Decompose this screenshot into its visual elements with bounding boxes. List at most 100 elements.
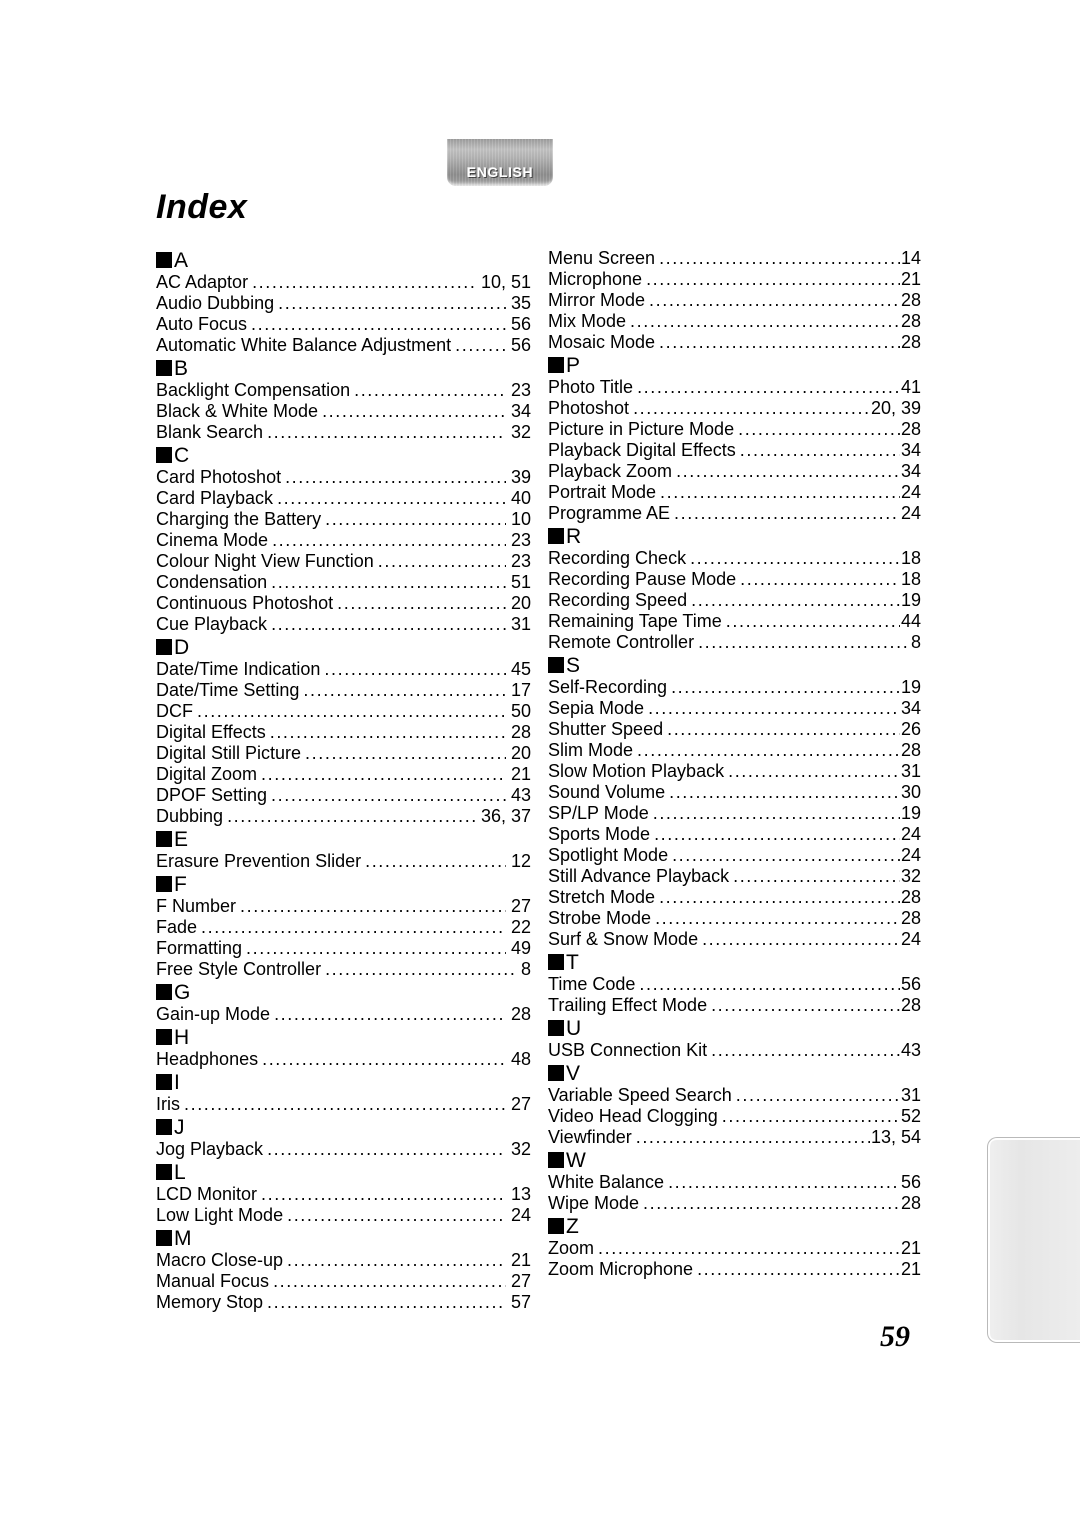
index-entry[interactable]: AC Adaptor..............................…	[156, 272, 531, 293]
index-entry[interactable]: Auto Focus..............................…	[156, 314, 531, 335]
index-entry[interactable]: Charging the Battery....................…	[156, 509, 531, 530]
index-entry-page: 14	[900, 248, 921, 268]
index-entry[interactable]: Digital Still Picture...................…	[156, 743, 531, 764]
index-entry[interactable]: Recording Pause Mode....................…	[548, 569, 921, 590]
dot-leader: ........................................…	[691, 590, 900, 610]
index-entry-page: 41	[900, 377, 921, 397]
square-bullet-icon	[156, 1074, 172, 1090]
index-entry[interactable]: Black & White Mode......................…	[156, 401, 531, 422]
index-entry[interactable]: Photoshot...............................…	[548, 398, 921, 419]
index-entry[interactable]: Zoom....................................…	[548, 1238, 921, 1259]
index-entry[interactable]: Backlight Compensation..................…	[156, 380, 531, 401]
index-entry-page: 31	[510, 614, 531, 634]
index-entry[interactable]: Slow Motion Playback....................…	[548, 761, 921, 782]
index-entry[interactable]: LCD Monitor.............................…	[156, 1184, 531, 1205]
index-entry[interactable]: Photo Title.............................…	[548, 377, 921, 398]
index-entry[interactable]: Digital Effects.........................…	[156, 722, 531, 743]
index-entry[interactable]: Still Advance Playback..................…	[548, 866, 921, 887]
index-entry-page: 19	[900, 803, 921, 823]
index-entry-page: 48	[510, 1049, 531, 1069]
index-entry[interactable]: Erasure Prevention Slider...............…	[156, 851, 531, 872]
index-entry[interactable]: Picture in Picture Mode.................…	[548, 419, 921, 440]
index-entry[interactable]: Strobe Mode.............................…	[548, 908, 921, 929]
index-entry[interactable]: Mosaic Mode.............................…	[548, 332, 921, 353]
index-entry[interactable]: Digital Zoom............................…	[156, 764, 531, 785]
index-entry[interactable]: Mirror Mode.............................…	[548, 290, 921, 311]
index-entry[interactable]: DCF.....................................…	[156, 701, 531, 722]
index-entry[interactable]: Card Playback...........................…	[156, 488, 531, 509]
index-entry[interactable]: Iris....................................…	[156, 1094, 531, 1115]
index-entry-label: Low Light Mode	[156, 1205, 284, 1225]
index-entry[interactable]: Slim Mode...............................…	[548, 740, 921, 761]
index-entry[interactable]: Date/Time Indication....................…	[156, 659, 531, 680]
index-entry[interactable]: Macro Close-up..........................…	[156, 1250, 531, 1271]
dot-leader: ........................................…	[728, 761, 900, 781]
index-entry[interactable]: Portrait Mode...........................…	[548, 482, 921, 503]
index-entry[interactable]: USB Connection Kit......................…	[548, 1040, 921, 1061]
index-entry[interactable]: Stretch Mode............................…	[548, 887, 921, 908]
index-entry[interactable]: Dubbing.................................…	[156, 806, 531, 827]
index-entry-label: SP/LP Mode	[548, 803, 649, 823]
index-entry[interactable]: Memory Stop.............................…	[156, 1292, 531, 1313]
dot-leader: ........................................…	[227, 806, 476, 826]
index-entry[interactable]: Viewfinder..............................…	[548, 1127, 921, 1148]
index-entry-label: Playback Zoom	[548, 461, 673, 481]
index-entry[interactable]: Wipe Mode...............................…	[548, 1193, 921, 1214]
index-entry[interactable]: Spotlight Mode..........................…	[548, 845, 921, 866]
index-entry[interactable]: Surf & Snow Mode........................…	[548, 929, 921, 950]
index-entry[interactable]: Blank Search............................…	[156, 422, 531, 443]
index-entry[interactable]: Playback Digital Effects................…	[548, 440, 921, 461]
index-entry-page: 23	[510, 551, 531, 571]
index-entry[interactable]: Time Code...............................…	[548, 974, 921, 995]
index-entry[interactable]: Sound Volume............................…	[548, 782, 921, 803]
index-entry[interactable]: Recording Speed.........................…	[548, 590, 921, 611]
index-entry[interactable]: Fade....................................…	[156, 917, 531, 938]
index-entry[interactable]: Headphones..............................…	[156, 1049, 531, 1070]
index-entry[interactable]: Variable Speed Search...................…	[548, 1085, 921, 1106]
index-entry[interactable]: Mix Mode................................…	[548, 311, 921, 332]
index-entry[interactable]: Cue Playback............................…	[156, 614, 531, 635]
index-entry[interactable]: Free Style Controller...................…	[156, 959, 531, 980]
index-entry-page: 28	[900, 419, 921, 439]
index-entry-page: 56	[900, 1172, 921, 1192]
index-entry[interactable]: Low Light Mode..........................…	[156, 1205, 531, 1226]
index-entry[interactable]: Card Photoshot..........................…	[156, 467, 531, 488]
index-entry[interactable]: Shutter Speed...........................…	[548, 719, 921, 740]
index-entry[interactable]: Continuous Photoshot....................…	[156, 593, 531, 614]
index-entry[interactable]: Automatic White Balance Adjustment......…	[156, 335, 531, 356]
index-entry[interactable]: Playback Zoom...........................…	[548, 461, 921, 482]
index-entry[interactable]: Jog Playback............................…	[156, 1139, 531, 1160]
index-entry[interactable]: Self-Recording..........................…	[548, 677, 921, 698]
index-entry[interactable]: Gain-up Mode............................…	[156, 1004, 531, 1025]
index-entry[interactable]: Zoom Microphone.........................…	[548, 1259, 921, 1280]
index-entry-label: Sepia Mode	[548, 698, 645, 718]
index-entry[interactable]: White Balance...........................…	[548, 1172, 921, 1193]
index-entry[interactable]: Formatting..............................…	[156, 938, 531, 959]
index-entry[interactable]: Menu Screen.............................…	[548, 248, 921, 269]
index-entry-label: Video Head Clogging	[548, 1106, 718, 1126]
index-entry[interactable]: Programme AE............................…	[548, 503, 921, 524]
index-entry-label: Condensation	[156, 572, 268, 592]
index-entry[interactable]: Condensation............................…	[156, 572, 531, 593]
square-bullet-icon	[156, 639, 172, 655]
index-entry[interactable]: Trailing Effect Mode....................…	[548, 995, 921, 1016]
index-entry[interactable]: Colour Night View Function..............…	[156, 551, 531, 572]
index-entry[interactable]: Manual Focus............................…	[156, 1271, 531, 1292]
index-entry[interactable]: Sepia Mode..............................…	[548, 698, 921, 719]
index-entry[interactable]: Date/Time Setting.......................…	[156, 680, 531, 701]
index-entry[interactable]: Sports Mode.............................…	[548, 824, 921, 845]
index-entry[interactable]: F Number................................…	[156, 896, 531, 917]
index-entry[interactable]: Audio Dubbing...........................…	[156, 293, 531, 314]
index-entry[interactable]: Remaining Tape Time.....................…	[548, 611, 921, 632]
index-entry[interactable]: DPOF Setting............................…	[156, 785, 531, 806]
index-entry[interactable]: Recording Check.........................…	[548, 548, 921, 569]
square-bullet-icon	[156, 252, 172, 268]
index-entry-label: DPOF Setting	[156, 785, 268, 805]
index-entry[interactable]: Cinema Mode.............................…	[156, 530, 531, 551]
index-entry-label: Automatic White Balance Adjustment	[156, 335, 452, 355]
index-entry-label: Microphone	[548, 269, 643, 289]
index-entry[interactable]: Video Head Clogging.....................…	[548, 1106, 921, 1127]
index-entry[interactable]: Microphone..............................…	[548, 269, 921, 290]
index-entry[interactable]: SP/LP Mode..............................…	[548, 803, 921, 824]
index-entry[interactable]: Remote Controller.......................…	[548, 632, 921, 653]
